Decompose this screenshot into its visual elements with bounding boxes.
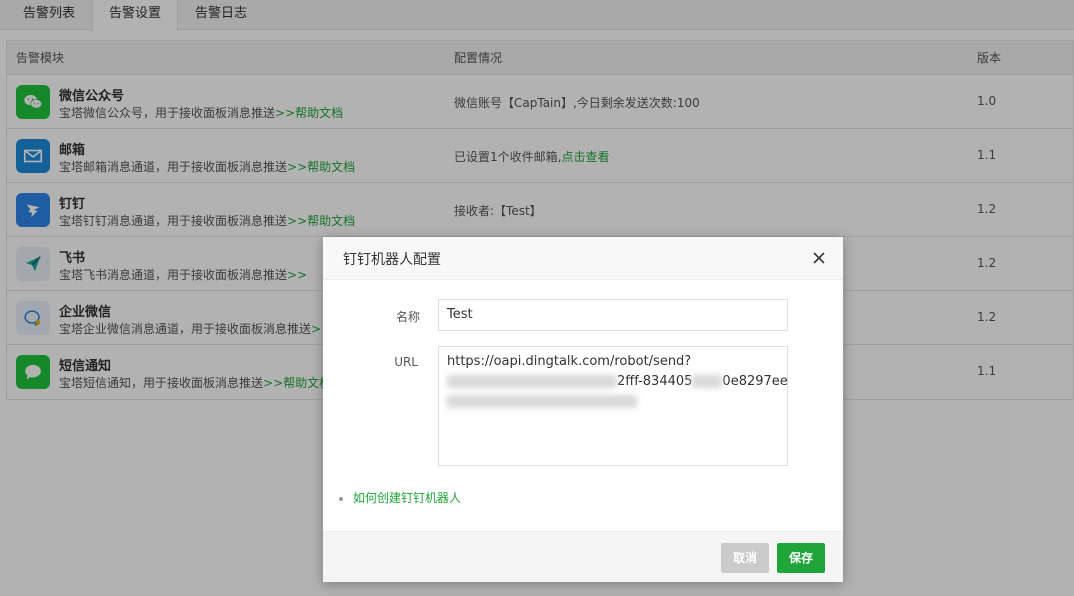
url-text: https://oapi.dingtalk.com/robot/send?	[447, 354, 692, 369]
dingtalk-robot-config-dialog: 钉钉机器人配置 名称 Test URL https://oapi.dingtal…	[323, 237, 843, 582]
name-label: 名称	[395, 310, 420, 324]
url-partial-1: 2fff-834405	[617, 374, 693, 389]
redacted-token	[692, 375, 723, 388]
redacted-token	[447, 375, 617, 388]
url-textarea[interactable]: https://oapi.dingtalk.com/robot/send? 2f…	[438, 346, 788, 466]
dialog-footer: 取消 保存	[323, 531, 843, 582]
dialog-header: 钉钉机器人配置	[323, 237, 843, 280]
url-partial-2: 0e8297eea9	[722, 374, 788, 389]
save-button[interactable]: 保存	[776, 543, 825, 573]
url-label: URL	[394, 355, 418, 369]
cancel-button[interactable]: 取消	[720, 543, 769, 573]
dialog-title: 钉钉机器人配置	[343, 252, 441, 268]
how-to-create-robot-link[interactable]: 如何创建钉钉机器人	[353, 491, 461, 505]
name-input[interactable]: Test	[438, 299, 788, 331]
bullet-icon	[339, 496, 343, 501]
help-item: 如何创建钉钉机器人	[339, 489, 461, 506]
redacted-token	[447, 395, 637, 408]
close-icon[interactable]	[811, 250, 827, 266]
